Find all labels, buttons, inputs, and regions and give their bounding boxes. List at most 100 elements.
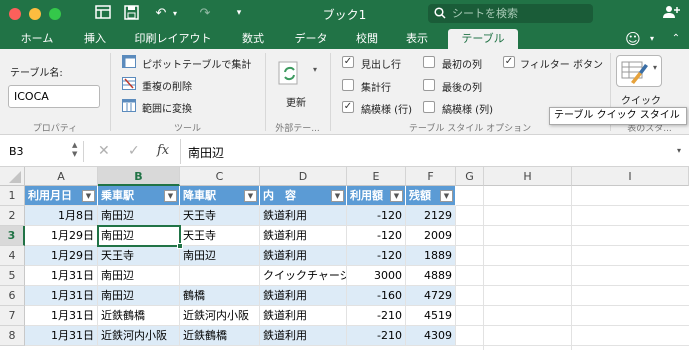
column-header-i[interactable]: I xyxy=(572,167,689,186)
row-header-5[interactable]: 5 xyxy=(0,266,25,286)
sidebar-icon[interactable] xyxy=(94,5,112,22)
filter-dropdown-icon[interactable]: ▼ xyxy=(331,190,344,202)
expand-formula-bar-icon[interactable]: ▾ xyxy=(677,146,681,155)
table-name-input[interactable]: ICOCA xyxy=(8,85,100,108)
refresh-button[interactable]: 更新 xyxy=(286,94,306,109)
table-cell[interactable]: 鉄道利用 xyxy=(260,306,347,326)
table-cell[interactable]: 近鉄鶴橋 xyxy=(98,306,180,326)
table-cell[interactable]: 南田辺 xyxy=(98,206,180,226)
filter-dropdown-icon[interactable]: ▼ xyxy=(82,190,95,202)
table-cell[interactable]: 鉄道利用 xyxy=(260,286,347,306)
table-header-cell[interactable]: 乗車駅 ▼ xyxy=(98,186,180,206)
table-cell[interactable]: 近鉄鶴橋 xyxy=(180,326,260,346)
tab-formulas[interactable]: 数式 xyxy=(232,29,274,49)
customize-toolbar-icon[interactable]: ▾ xyxy=(232,5,246,22)
row-header-1[interactable]: 1 xyxy=(0,186,25,206)
table-cell[interactable]: 1月29日 xyxy=(25,246,98,266)
column-header-d[interactable]: D xyxy=(260,167,347,186)
banded-rows-checkbox[interactable]: ✓ xyxy=(342,101,354,113)
table-header-cell[interactable]: 残額 ▼ xyxy=(406,186,456,206)
tab-review[interactable]: 校閲 xyxy=(348,29,386,49)
table-cell[interactable]: 南田辺 xyxy=(98,286,180,306)
row-header-4[interactable]: 4 xyxy=(0,246,25,266)
column-header-b[interactable]: B xyxy=(98,167,180,186)
row-header-6[interactable]: 6 xyxy=(0,286,25,306)
total-row-checkbox[interactable] xyxy=(342,79,354,91)
insert-function-icon[interactable]: fx xyxy=(157,143,169,158)
table-header-cell[interactable]: 内 容 ▼ xyxy=(260,186,347,206)
table-cell[interactable]: 4729 xyxy=(406,286,456,306)
column-header-h[interactable]: H xyxy=(484,167,572,186)
remove-duplicates-button[interactable]: 重複の削除 xyxy=(142,78,192,93)
table-cell[interactable]: 1889 xyxy=(406,246,456,266)
column-header-e[interactable]: E xyxy=(347,167,406,186)
quick-styles-button[interactable]: ▾ xyxy=(616,55,662,87)
tab-page-layout[interactable]: 印刷レイアウト xyxy=(128,29,218,49)
table-cell[interactable]: 鉄道利用 xyxy=(260,206,347,226)
table-cell[interactable]: 近鉄河内小阪 xyxy=(98,326,180,346)
table-cell[interactable]: -210 xyxy=(347,326,406,346)
table-header-cell[interactable]: 利用額 ▼ xyxy=(347,186,406,206)
table-cell[interactable]: 3000 xyxy=(347,266,406,286)
table-header-cell[interactable]: 利用月日 ▼ xyxy=(25,186,98,206)
zoom-window-button[interactable] xyxy=(49,8,61,20)
refresh-dropdown-icon[interactable]: ▾ xyxy=(313,65,317,74)
row-header-3[interactable]: 3 xyxy=(0,226,25,246)
convert-to-range-button[interactable]: 範囲に変換 xyxy=(142,100,192,115)
tab-data[interactable]: データ xyxy=(286,29,336,49)
table-cell[interactable]: 2009 xyxy=(406,226,456,246)
table-cell[interactable]: -120 xyxy=(347,226,406,246)
table-cell[interactable]: 1月31日 xyxy=(25,306,98,326)
table-cell[interactable]: 鉄道利用 xyxy=(260,246,347,266)
table-cell[interactable]: 鶴橋 xyxy=(180,286,260,306)
first-column-checkbox[interactable] xyxy=(423,56,435,68)
filter-dropdown-icon[interactable]: ▼ xyxy=(390,190,403,202)
column-header-f[interactable]: F xyxy=(406,167,456,186)
table-cell[interactable]: 4889 xyxy=(406,266,456,286)
undo-dropdown-icon[interactable]: ▾ xyxy=(170,5,180,22)
filter-button-checkbox[interactable]: ✓ xyxy=(503,56,515,68)
refresh-icon[interactable] xyxy=(276,59,304,87)
redo-icon[interactable]: ↷ xyxy=(197,5,213,22)
table-cell[interactable]: 南田辺 xyxy=(180,246,260,266)
table-cell[interactable]: 4309 xyxy=(406,326,456,346)
table-cell[interactable]: 4519 xyxy=(406,306,456,326)
empty-cells-area[interactable] xyxy=(456,186,689,350)
feedback-dropdown-icon[interactable]: ▾ xyxy=(646,29,658,49)
row-header-2[interactable]: 2 xyxy=(0,206,25,226)
cancel-entry-icon[interactable]: ✕ xyxy=(98,143,110,159)
tab-table[interactable]: テーブル xyxy=(448,29,518,49)
row-header-8[interactable]: 8 xyxy=(0,326,25,346)
table-cell[interactable]: 近鉄河内小阪 xyxy=(180,306,260,326)
header-row-checkbox[interactable]: ✓ xyxy=(342,56,354,68)
filter-dropdown-icon[interactable]: ▼ xyxy=(440,190,453,202)
table-cell[interactable] xyxy=(180,266,260,286)
collapse-ribbon-icon[interactable]: ⌃ xyxy=(668,29,684,49)
row-header-7[interactable]: 7 xyxy=(0,306,25,326)
table-cell[interactable]: 南田辺 xyxy=(98,226,180,246)
table-cell[interactable]: 天王寺 xyxy=(98,246,180,266)
table-cell[interactable]: 1月29日 xyxy=(25,226,98,246)
banded-columns-checkbox[interactable] xyxy=(423,101,435,113)
table-cell[interactable]: -120 xyxy=(347,246,406,266)
formula-input[interactable]: 南田辺 xyxy=(188,144,224,161)
sheet-search-input[interactable]: シートを検索 xyxy=(428,4,593,23)
worksheet-grid[interactable]: A B C D E F G H I 1 2 3 4 5 6 7 8 利用月日 ▼ … xyxy=(0,167,689,350)
save-icon[interactable] xyxy=(122,5,140,22)
table-cell[interactable]: 南田辺 xyxy=(98,266,180,286)
column-header-a[interactable]: A xyxy=(25,167,98,186)
table-cell[interactable]: クイックチャージ xyxy=(260,266,347,286)
smiley-feedback-icon[interactable]: ☺ xyxy=(620,29,646,49)
table-header-cell[interactable]: 降車駅 ▼ xyxy=(180,186,260,206)
tab-view[interactable]: 表示 xyxy=(398,29,436,49)
table-cell[interactable]: 鉄道利用 xyxy=(260,226,347,246)
table-cell[interactable]: -120 xyxy=(347,206,406,226)
table-cell[interactable]: -160 xyxy=(347,286,406,306)
table-cell[interactable]: 1月31日 xyxy=(25,326,98,346)
table-cell[interactable]: 天王寺 xyxy=(180,226,260,246)
name-box-stepper-icon[interactable]: ▲ ▼ xyxy=(72,141,77,159)
column-header-g[interactable]: G xyxy=(456,167,484,186)
minimize-window-button[interactable] xyxy=(29,8,41,20)
column-header-c[interactable]: C xyxy=(180,167,260,186)
close-window-button[interactable] xyxy=(9,8,21,20)
